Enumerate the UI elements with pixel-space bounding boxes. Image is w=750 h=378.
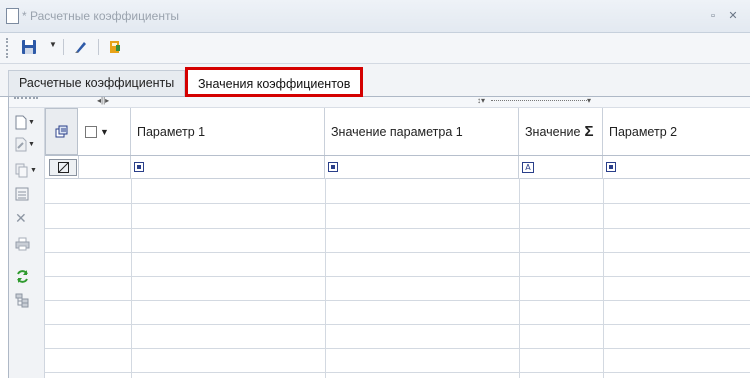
print-icon xyxy=(15,237,30,251)
table-row xyxy=(45,348,750,349)
column-ruler: ◂||▸ ↕▾ ▾ xyxy=(9,96,750,108)
copy-record-button[interactable]: ▼ xyxy=(15,160,39,180)
ruler-dots xyxy=(491,100,587,101)
toolbar-grip xyxy=(6,38,11,58)
tree-structure-icon xyxy=(15,293,29,307)
export-icon xyxy=(110,41,120,53)
filter-cell-select xyxy=(79,156,131,178)
filter-clear-cell[interactable] xyxy=(45,156,79,178)
tab-strip: Расчетные коэффициенты Значения коэффици… xyxy=(0,64,750,97)
filter-text-condition-icon[interactable]: A xyxy=(522,161,534,173)
save-icon xyxy=(22,40,36,54)
edit-record-button[interactable]: ▼ xyxy=(15,134,39,154)
save-dropdown-arrow[interactable]: ▼ xyxy=(49,40,57,49)
table-row xyxy=(45,228,750,229)
refresh-icon xyxy=(17,269,28,283)
column-chooser-icon xyxy=(55,125,67,137)
table-row xyxy=(45,252,750,253)
column-divider xyxy=(131,178,132,378)
restore-icon[interactable]: ▫ xyxy=(706,9,720,23)
grid-side-toolbar: ▼ ▼ ▼ ✕ xyxy=(9,108,45,378)
toolbar: ▼ xyxy=(0,33,750,64)
window-title: * Расчетные коэффициенты xyxy=(22,9,180,23)
table-row xyxy=(45,372,750,373)
sum-icon[interactable]: Σ xyxy=(584,123,593,140)
tab-calculated-coefficients[interactable]: Расчетные коэффициенты xyxy=(8,70,186,96)
column-chooser-button[interactable] xyxy=(45,108,78,155)
column-header-param2[interactable]: Параметр 2 xyxy=(603,108,750,155)
ruler-marker-right: ▾ xyxy=(587,96,592,105)
toolbar-separator xyxy=(98,39,99,55)
close-icon[interactable]: ✕ xyxy=(726,9,740,23)
ruler-marker-left: ↕▾ xyxy=(477,96,486,105)
column-divider xyxy=(519,178,520,378)
print-button[interactable] xyxy=(15,234,39,254)
tab-coefficient-values[interactable]: Значения коэффициентов xyxy=(185,67,364,97)
toolbar-separator xyxy=(63,39,64,55)
tree-button[interactable] xyxy=(15,290,39,310)
clear-filter-icon xyxy=(57,161,69,173)
filter-cell-param1-value[interactable] xyxy=(325,156,519,178)
column-divider xyxy=(325,178,326,378)
column-header-value[interactable]: Значение Σ xyxy=(519,108,603,155)
table-row xyxy=(45,300,750,301)
column-header-value-label: Значение xyxy=(525,124,581,139)
new-document-icon xyxy=(15,115,27,129)
table-row xyxy=(45,324,750,325)
filter-cell-value[interactable]: A xyxy=(519,156,603,178)
table-row xyxy=(45,203,750,204)
delete-button[interactable]: ✕ xyxy=(15,208,39,228)
ruler-splitter-icon[interactable]: ◂||▸ xyxy=(97,96,109,105)
filter-condition-icon[interactable] xyxy=(328,162,338,172)
chevron-down-icon[interactable]: ▼ xyxy=(100,127,109,137)
select-all-cell[interactable]: ▼ xyxy=(79,108,131,155)
document-icon xyxy=(6,8,19,24)
new-record-button[interactable]: ▼ xyxy=(15,112,39,132)
list-button[interactable] xyxy=(15,184,39,204)
filter-condition-icon[interactable] xyxy=(134,162,144,172)
clear-filter-button[interactable] xyxy=(49,158,77,176)
filter-row: A xyxy=(45,156,750,179)
filter-condition-icon[interactable] xyxy=(606,162,616,172)
copy-icon xyxy=(15,163,28,177)
refresh-button[interactable] xyxy=(15,266,39,286)
column-header-param1-value[interactable]: Значение параметра 1 xyxy=(325,108,519,155)
export-button[interactable] xyxy=(104,36,126,58)
save-button[interactable] xyxy=(18,36,40,58)
edit-document-icon xyxy=(15,137,27,151)
list-icon xyxy=(15,187,29,201)
edit-pen-icon xyxy=(75,42,86,53)
edit-button[interactable] xyxy=(70,36,92,58)
title-bar: * Расчетные коэффициенты ▫ ✕ xyxy=(0,0,750,33)
select-all-checkbox[interactable] xyxy=(85,125,97,138)
filter-cell-param2[interactable] xyxy=(603,156,750,178)
table-row xyxy=(45,276,750,277)
column-header-param1[interactable]: Параметр 1 xyxy=(131,108,325,155)
filter-cell-param1[interactable] xyxy=(131,156,325,178)
ruler-grip xyxy=(14,97,38,99)
column-divider xyxy=(603,178,604,378)
delete-icon: ✕ xyxy=(15,209,27,226)
grid-header: ▼ Параметр 1 Значение параметра 1 Значен… xyxy=(45,108,750,156)
